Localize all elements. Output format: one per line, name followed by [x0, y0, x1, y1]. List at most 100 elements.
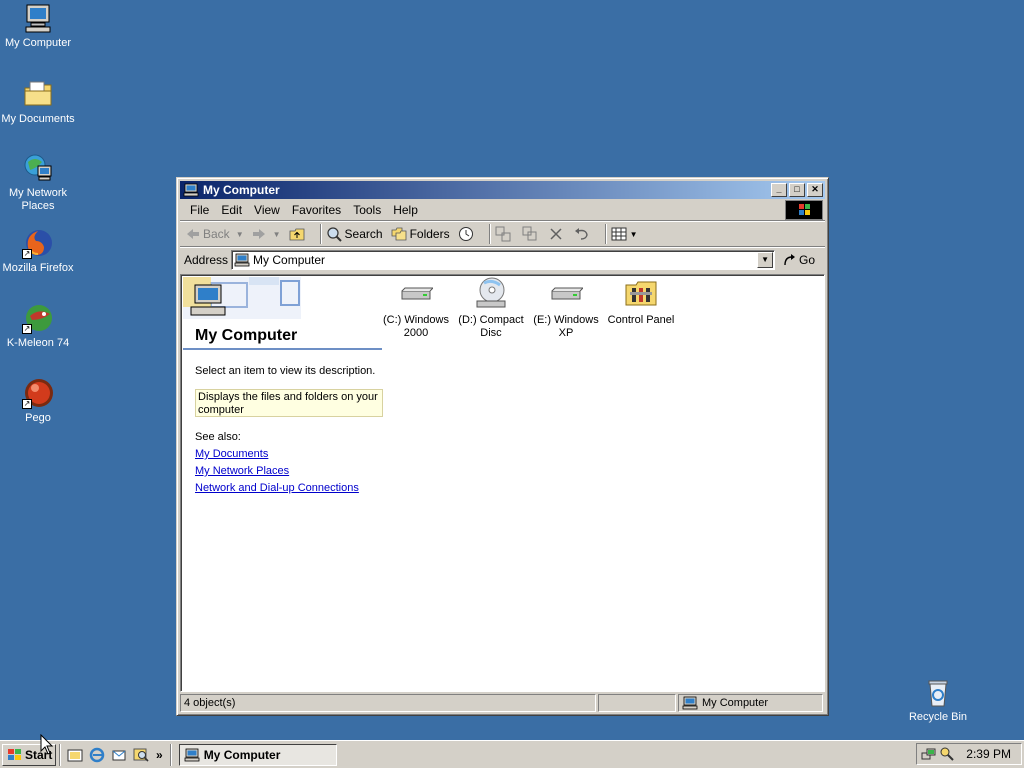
drive-c-item[interactable]: (C:) Windows 2000 — [378, 277, 454, 340]
computer-icon — [183, 183, 199, 197]
toolbar-separator — [604, 224, 607, 244]
desktop-icon-label: My Network Places — [8, 187, 68, 212]
computer-icon — [682, 696, 698, 710]
maximize-button[interactable]: □ — [789, 183, 805, 197]
desktop-icon-pego[interactable]: ↗ Pego — [0, 377, 76, 425]
network-icon — [22, 152, 54, 184]
search-label: Search — [344, 227, 383, 241]
address-dropdown-button[interactable]: ▼ — [757, 251, 774, 268]
taskbar-button-label: My Computer — [203, 747, 281, 762]
chevron-down-icon: ▼ — [629, 229, 638, 239]
search-tray-icon[interactable] — [939, 746, 955, 762]
link-my-documents[interactable]: My Documents — [195, 448, 268, 460]
computer-icon — [22, 2, 54, 34]
k-meleon-icon: ↗ — [22, 302, 54, 334]
item-label-line1: (E:) Windows — [533, 314, 599, 326]
menu-favorites[interactable]: Favorites — [286, 203, 347, 217]
chevron-down-icon: ▼ — [235, 229, 244, 239]
taskbar-button-my-computer[interactable]: My Computer — [178, 743, 337, 766]
description-box: Displays the files and folders on your c… — [195, 389, 383, 417]
outlook-express-icon[interactable] — [111, 747, 127, 763]
back-label: Back — [203, 227, 230, 241]
status-object-count: 4 object(s) — [180, 694, 596, 712]
quick-launch-chevron-icon[interactable]: » — [156, 748, 163, 762]
content-area[interactable]: My Computer Select an item to view its d… — [180, 274, 825, 692]
views-button[interactable]: ▼ — [611, 227, 638, 241]
item-label-line1: (C:) Windows — [382, 314, 449, 326]
drive-e-item[interactable]: (E:) Windows XP — [528, 277, 604, 340]
move-to-button[interactable] — [495, 226, 514, 242]
menu-help[interactable]: Help — [387, 203, 424, 217]
system-tray: 2:39 PM — [916, 743, 1022, 765]
item-label-line1: (D:) Compact — [458, 314, 524, 326]
folders-label: Folders — [409, 227, 450, 241]
forward-button[interactable]: ▼ — [252, 228, 281, 240]
search-button[interactable]: Search — [326, 226, 383, 242]
toolbar-separator — [488, 224, 491, 244]
search-icon[interactable] — [133, 747, 149, 763]
desktop-icon-label: Mozilla Firefox — [2, 262, 74, 274]
item-label-line1: Control Panel — [607, 314, 675, 326]
show-desktop-icon[interactable] — [67, 747, 83, 763]
pane-title: My Computer — [195, 327, 298, 344]
desktop-icon-my-network-places[interactable]: My Network Places — [0, 152, 76, 213]
menu-view[interactable]: View — [248, 203, 286, 217]
status-zone-label: My Computer — [702, 697, 769, 709]
clock[interactable]: 2:39 PM — [966, 747, 1011, 761]
desktop-icon-my-documents[interactable]: My Documents — [0, 78, 76, 126]
selection-prompt: Select an item to view its description. — [195, 365, 376, 377]
menu-tools[interactable]: Tools — [347, 203, 387, 217]
copy-to-button[interactable] — [522, 226, 541, 242]
desktop-icon-label: My Computer — [4, 37, 72, 49]
chevron-down-icon: ▼ — [272, 229, 281, 239]
minimize-button[interactable]: _ — [771, 183, 787, 197]
link-network-dialup[interactable]: Network and Dial-up Connections — [195, 482, 359, 494]
views-icon — [611, 227, 627, 241]
folders-button[interactable]: Folders — [391, 227, 450, 241]
desktop-icon-k-meleon[interactable]: ↗ K-Meleon 74 — [0, 302, 76, 350]
desktop-icon-mozilla-firefox[interactable]: ↗ Mozilla Firefox — [0, 227, 76, 275]
desktop-icon-my-computer[interactable]: My Computer — [0, 2, 76, 50]
drive-d-item[interactable]: (D:) Compact Disc — [453, 277, 529, 340]
computer-icon — [234, 253, 250, 266]
up-button[interactable] — [289, 227, 308, 241]
address-bar: Address My Computer ▼ Go — [180, 247, 825, 271]
search-icon — [326, 227, 342, 242]
item-label-line2: XP — [558, 327, 574, 339]
taskbar-separator — [169, 743, 172, 766]
item-label-line2: 2000 — [403, 327, 429, 339]
delete-button[interactable] — [549, 227, 566, 241]
internet-explorer-icon[interactable] — [89, 747, 105, 763]
folder-up-icon — [289, 228, 304, 241]
my-computer-window[interactable]: My Computer _ □ ✕ File Edit View Favorit… — [176, 177, 829, 716]
move-to-icon — [495, 226, 511, 242]
menu-edit[interactable]: Edit — [215, 203, 248, 217]
status-bar: 4 object(s) My Computer — [180, 694, 825, 714]
shortcut-arrow-icon: ↗ — [22, 399, 32, 409]
copy-to-icon — [522, 226, 537, 241]
go-button[interactable]: Go — [783, 253, 815, 267]
address-value: My Computer — [253, 252, 326, 267]
mouse-cursor-icon — [40, 734, 54, 755]
pane-title-rule — [183, 348, 382, 350]
network-tray-icon[interactable] — [921, 746, 937, 762]
undo-button[interactable] — [574, 227, 593, 241]
hard-drive-icon — [401, 287, 433, 300]
menu-file[interactable]: File — [184, 203, 215, 217]
window-titlebar[interactable]: My Computer _ □ ✕ — [180, 181, 825, 199]
window-title: My Computer — [203, 183, 280, 197]
back-button[interactable]: Back ▼ — [186, 227, 244, 241]
desktop-icon-recycle-bin[interactable]: Recycle Bin — [900, 676, 976, 724]
forward-arrow-icon — [252, 229, 265, 239]
desktop-icon-label: Pego — [25, 412, 51, 424]
address-label: Address — [184, 252, 229, 267]
control-panel-item[interactable]: Control Panel — [603, 277, 679, 327]
address-input[interactable]: My Computer ▼ — [231, 249, 776, 270]
desktop-icon-label: My Documents — [1, 113, 75, 125]
computer-icon — [184, 748, 200, 761]
delete-icon — [550, 228, 562, 240]
close-button[interactable]: ✕ — [807, 183, 823, 197]
history-icon — [458, 227, 473, 241]
history-button[interactable] — [458, 226, 477, 242]
link-my-network-places[interactable]: My Network Places — [195, 465, 289, 477]
